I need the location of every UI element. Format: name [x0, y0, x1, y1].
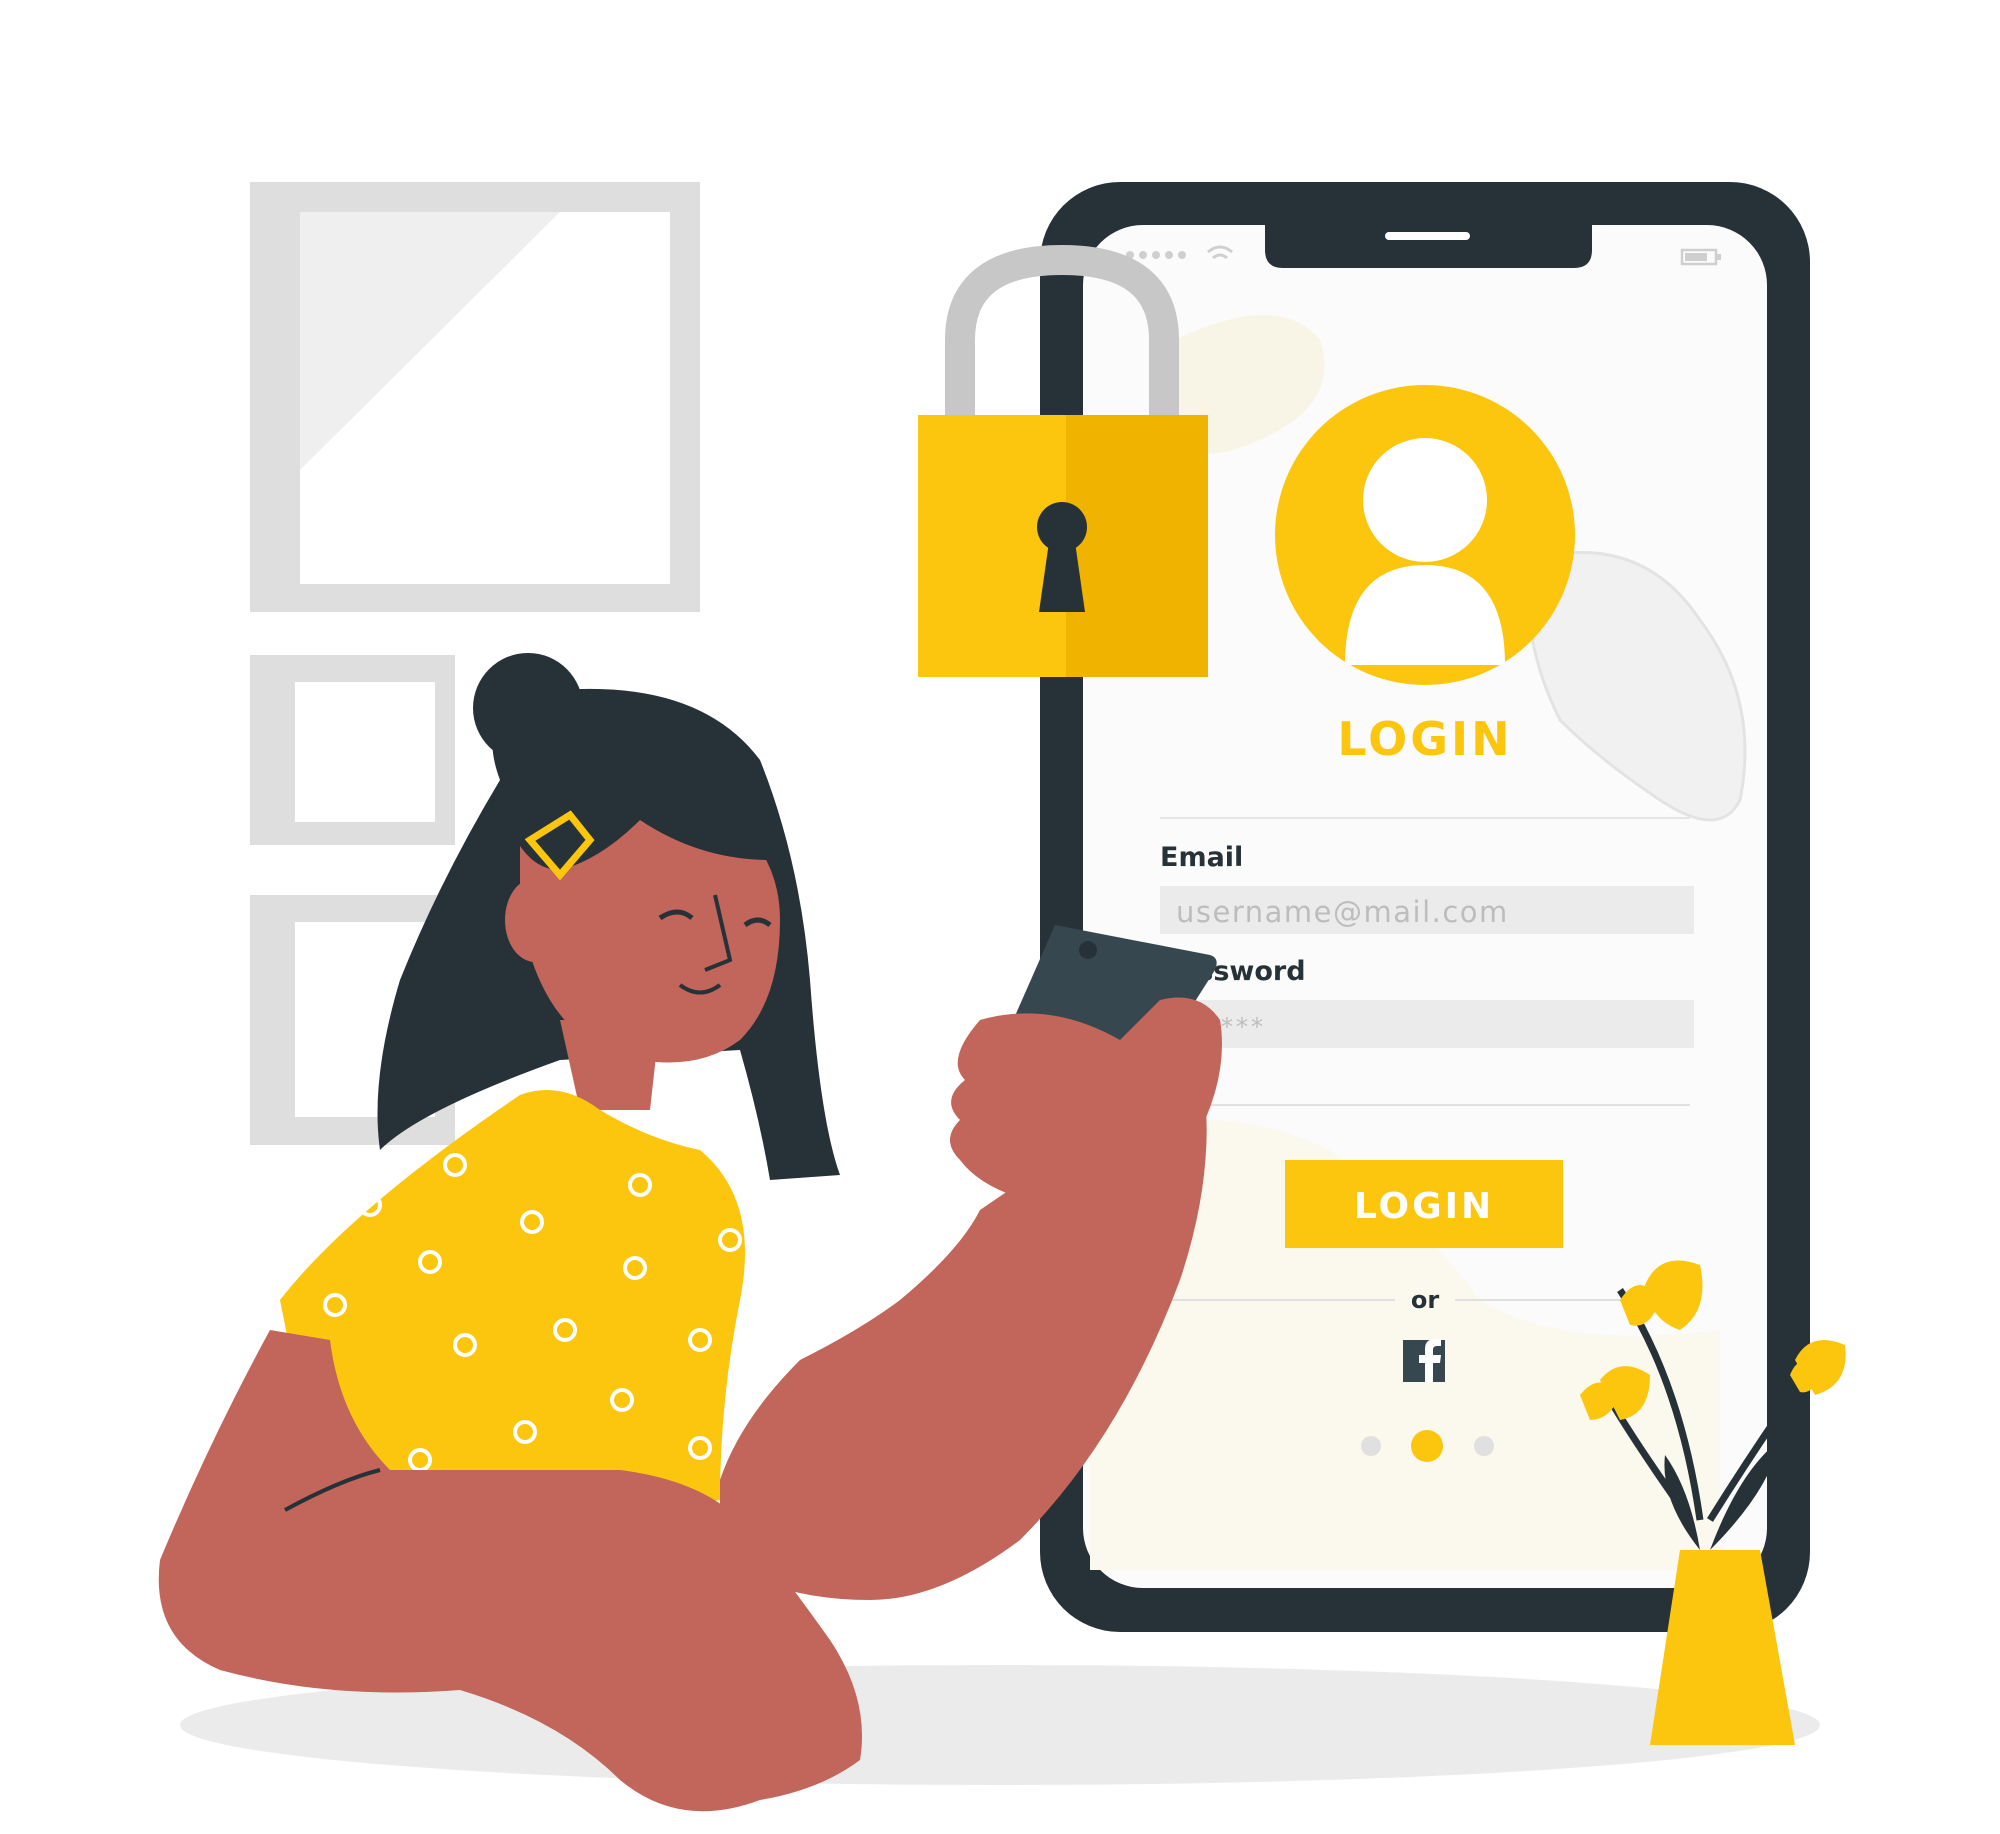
carousel-dot[interactable] [1474, 1436, 1494, 1456]
carousel-dot-active[interactable] [1411, 1430, 1443, 1462]
email-label: Email [1160, 842, 1243, 873]
user-avatar-icon [1275, 385, 1575, 685]
phone-notch [1265, 225, 1592, 268]
divider-or: or [1411, 1286, 1439, 1314]
email-placeholder: username@mail.com [1176, 895, 1509, 929]
facebook-icon[interactable] [1403, 1339, 1445, 1382]
login-button-label: LOGIN [1354, 1186, 1494, 1227]
carousel-dot[interactable] [1361, 1436, 1381, 1456]
login-illustration: LOGIN Email username@mail.com Password *… [158, 182, 1846, 1812]
login-title: LOGIN [1337, 712, 1512, 766]
